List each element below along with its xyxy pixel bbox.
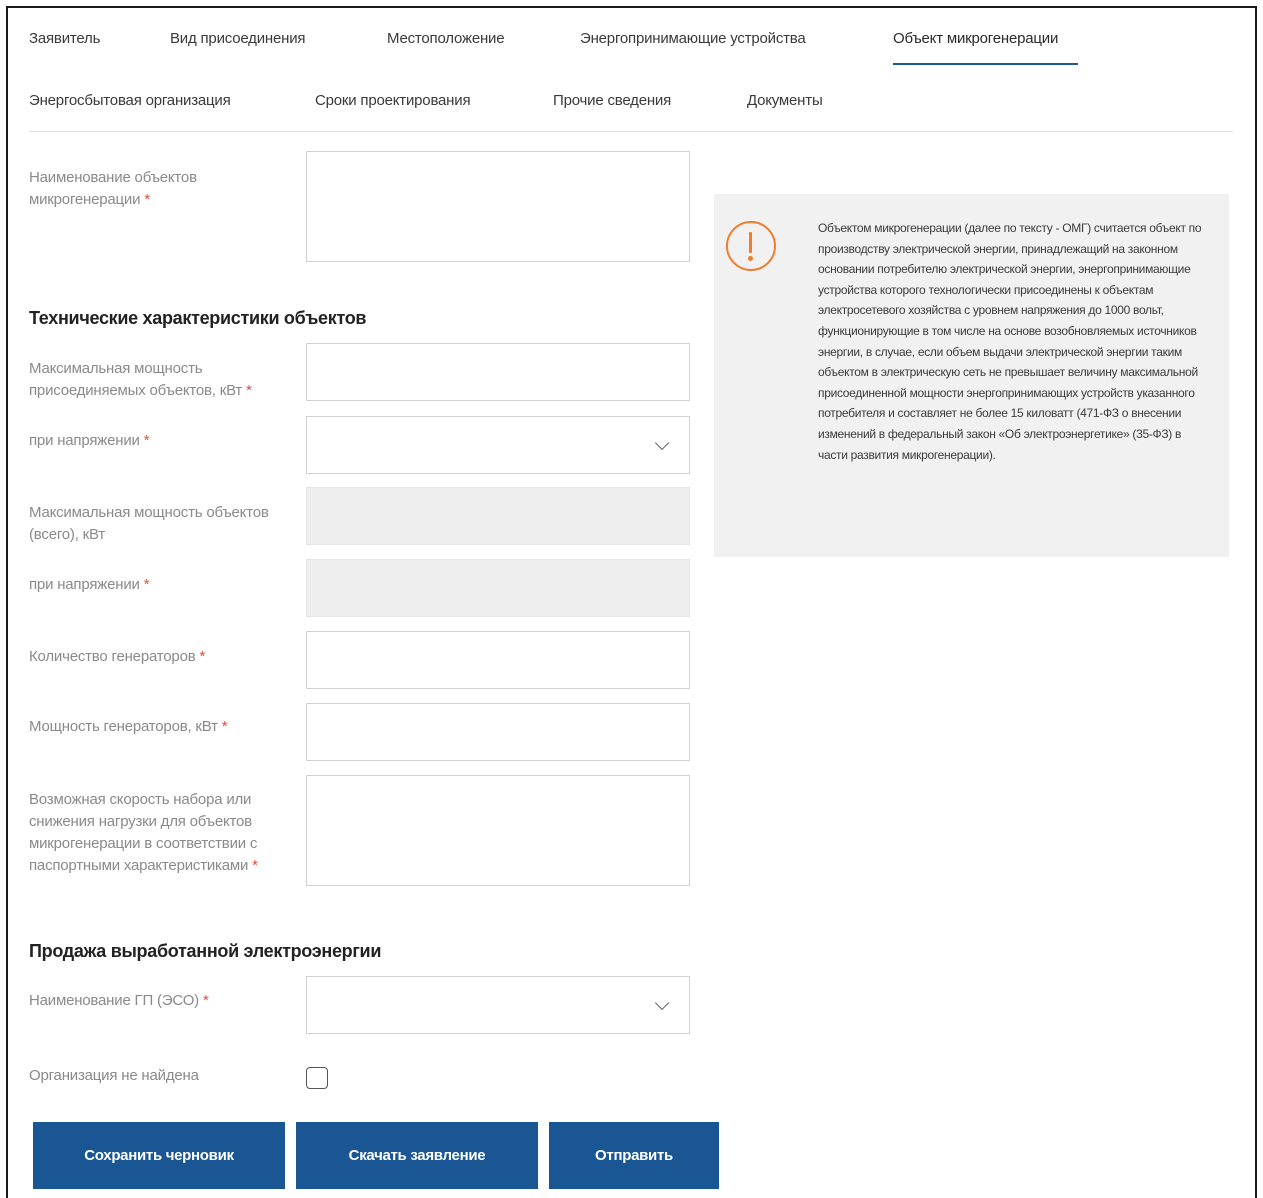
active-tab-indicator <box>893 63 1078 65</box>
save-draft-button[interactable]: Сохранить черновик <box>33 1122 285 1189</box>
name-label: Наименование объектов микрогенерации * <box>29 169 197 208</box>
max-power-total-label: Максимальная мощность объектов (всего), … <box>29 504 269 543</box>
required-mark: * <box>246 382 252 399</box>
tab-power-devices[interactable]: Энергопринимающие устройства <box>580 30 806 47</box>
tab-other-info[interactable]: Прочие сведения <box>553 92 671 109</box>
tab-connection-type[interactable]: Вид присоединения <box>170 30 306 47</box>
required-mark: * <box>199 648 206 665</box>
max-power-input[interactable] <box>306 343 690 401</box>
required-mark: * <box>221 718 228 735</box>
required-mark: * <box>143 576 150 593</box>
warning-icon-bar <box>749 232 752 253</box>
tab-documents[interactable]: Документы <box>747 92 823 109</box>
chevron-down-icon <box>654 995 670 1011</box>
org-not-found-label: Организация не найдена <box>29 1067 199 1084</box>
chevron-down-icon <box>654 435 670 451</box>
download-application-button[interactable]: Скачать заявление <box>296 1122 538 1189</box>
warning-icon-dot <box>748 256 753 261</box>
generators-count-label: Количество генераторов * <box>29 648 206 665</box>
tab-energy-sales[interactable]: Энергосбытовая организация <box>29 92 231 109</box>
warning-icon <box>726 221 776 271</box>
load-rate-label: Возможная скорость набора или снижения н… <box>29 791 258 874</box>
info-panel: Объектом микрогенерации (далее по тексту… <box>714 194 1229 557</box>
max-power-label: Максимальная мощность присоединяемых объ… <box>29 360 252 399</box>
required-mark: * <box>143 432 150 449</box>
generators-count-input[interactable] <box>306 631 690 689</box>
required-mark: * <box>252 857 258 874</box>
tab-microgeneration[interactable]: Объект микрогенерации <box>893 30 1058 47</box>
voltage2-input <box>306 559 690 617</box>
section-sale-title: Продажа выработанной электроэнергии <box>29 941 382 961</box>
voltage-label: при напряжении * <box>29 432 150 449</box>
gp-name-label: Наименование ГП (ЭСО) * <box>29 992 209 1009</box>
gp-name-select[interactable] <box>306 976 690 1034</box>
voltage-select[interactable] <box>306 416 690 474</box>
tab-location[interactable]: Местоположение <box>387 30 505 47</box>
org-not-found-checkbox[interactable] <box>306 1067 328 1089</box>
max-power-total-input <box>306 487 690 545</box>
tab-applicant[interactable]: Заявитель <box>29 30 100 47</box>
required-mark: * <box>202 992 209 1009</box>
generators-power-input[interactable] <box>306 703 690 761</box>
tab-design-terms[interactable]: Сроки проектирования <box>315 92 471 109</box>
load-rate-textarea[interactable] <box>306 775 690 886</box>
info-text: Объектом микрогенерации (далее по тексту… <box>818 221 1202 462</box>
tabs-divider <box>29 131 1233 132</box>
send-button[interactable]: Отправить <box>549 1122 719 1189</box>
name-textarea[interactable] <box>306 151 690 262</box>
voltage2-label: при напряжении * <box>29 576 150 593</box>
required-mark: * <box>144 191 150 208</box>
generators-power-label: Мощность генераторов, кВт * <box>29 718 228 735</box>
section-tech-title: Технические характеристики объектов <box>29 308 367 328</box>
